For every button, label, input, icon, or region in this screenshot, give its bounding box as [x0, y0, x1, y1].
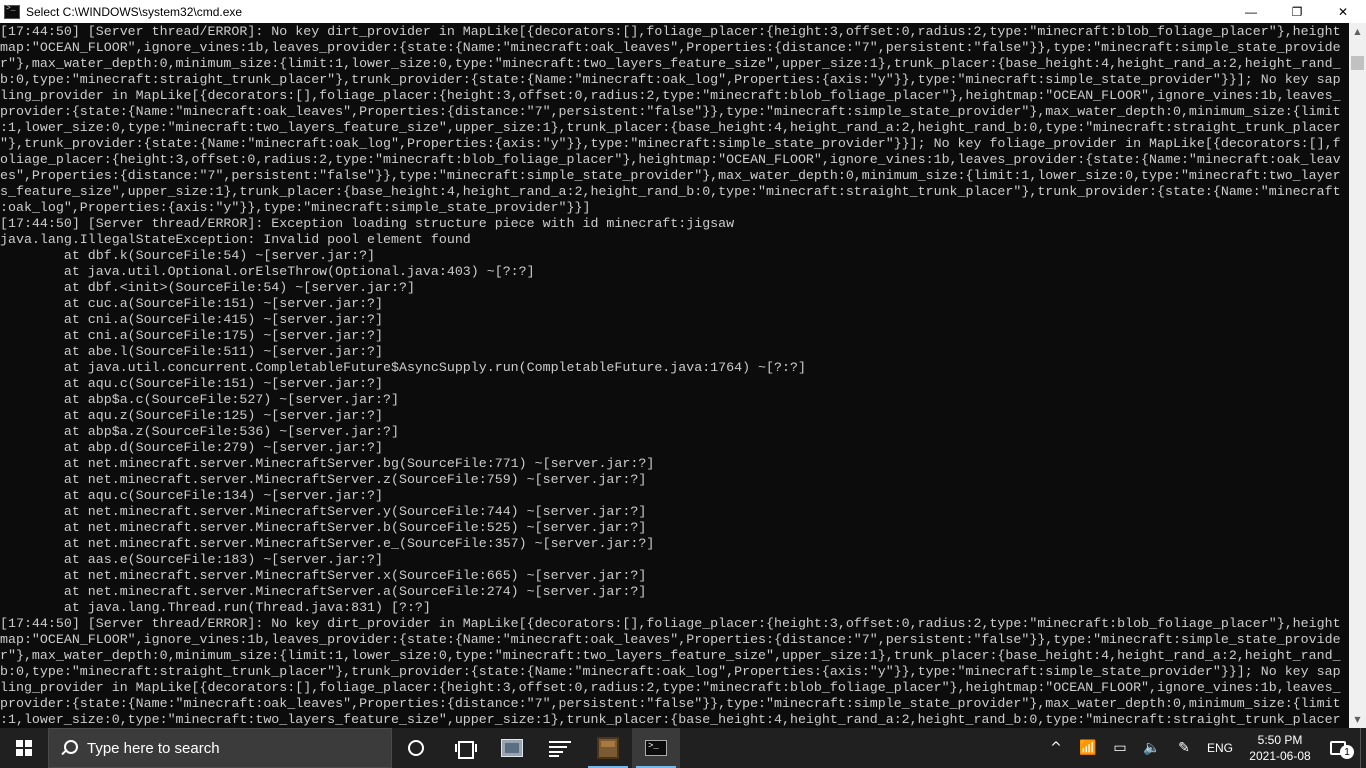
network-icon[interactable]: 📶	[1072, 728, 1104, 768]
console-line: at abp$a.c(SourceFile:527) ~[server.jar:…	[0, 392, 399, 407]
console-line: map:"OCEAN_FLOOR",ignore_vines:1b,leaves…	[0, 40, 1341, 55]
task-view-icon	[455, 741, 477, 759]
console-line: oliage_placer:{height:3,offset:0,radius:…	[0, 152, 1341, 167]
scrollbar-thumb[interactable]	[1351, 56, 1364, 70]
taskbar-search-box[interactable]	[48, 728, 392, 768]
console-line: provider:{state:{Name:"minecraft:oak_lea…	[0, 696, 1341, 711]
sticky-notes-icon	[549, 739, 571, 757]
console-line: :1,lower_size:0,type:"minecraft:two_laye…	[0, 712, 1341, 727]
console-line: b:0,type:"minecraft:straight_trunk_place…	[0, 664, 1341, 679]
console-line: es",Properties:{distance:"7",persistent:…	[0, 168, 1341, 183]
console-line: at abp$a.z(SourceFile:536) ~[server.jar:…	[0, 424, 399, 439]
console-line: at dbf.k(SourceFile:54) ~[server.jar:?]	[0, 248, 376, 263]
console-line: r"},max_water_depth:0,minimum_size:{limi…	[0, 56, 1341, 71]
pen-icon[interactable]: ✎	[1168, 728, 1200, 768]
console-line: at net.minecraft.server.MinecraftServer.…	[0, 456, 655, 471]
console-line: at cni.a(SourceFile:415) ~[server.jar:?]	[0, 312, 384, 327]
clock[interactable]: 5:50 PM 2021-06-08	[1240, 728, 1320, 768]
system-tray: ^ 📶 ▭ 🔈 ✎ ENG 5:50 PM 2021-06-08 1	[1040, 728, 1366, 768]
console-line: at cni.a(SourceFile:175) ~[server.jar:?]	[0, 328, 384, 343]
console-line: at net.minecraft.server.MinecraftServer.…	[0, 536, 655, 551]
minecraft-icon	[597, 737, 619, 759]
clock-time: 5:50 PM	[1257, 733, 1303, 747]
console-line: :oak_log",Properties:{axis:"y"}},type:"m…	[0, 200, 591, 215]
console-output[interactable]: [17:44:50] [Server thread/ERROR]: No key…	[0, 23, 1349, 728]
show-desktop-button[interactable]	[1360, 728, 1366, 768]
console-line: map:"OCEAN_FLOOR",ignore_vines:1b,leaves…	[0, 632, 1341, 647]
console-line: provider:{state:{Name:"minecraft:oak_lea…	[0, 104, 1341, 119]
search-input[interactable]	[87, 739, 367, 757]
start-button[interactable]	[0, 728, 48, 768]
console-line: ling_provider in MapLike[{decorators:[],…	[0, 680, 1341, 695]
console-line: at net.minecraft.server.MinecraftServer.…	[0, 504, 647, 519]
console-line: ling_provider in MapLike[{decorators:[],…	[0, 88, 1341, 103]
command-prompt-icon	[645, 740, 667, 756]
task-view-button[interactable]	[440, 728, 488, 768]
window-title: Select C:\WINDOWS\system32\cmd.exe	[26, 4, 243, 19]
console-line: :1,lower_size:0,type:"minecraft:two_laye…	[0, 120, 1341, 135]
minecraft-taskbar-button[interactable]	[584, 728, 632, 768]
console-line: at java.lang.Thread.run(Thread.java:831)…	[0, 600, 431, 615]
windows-logo-icon	[16, 740, 32, 756]
search-icon	[61, 740, 78, 756]
console-line: at aas.e(SourceFile:183) ~[server.jar:?]	[0, 552, 384, 567]
maximize-button[interactable]: ❐	[1274, 0, 1320, 23]
vertical-scrollbar[interactable]: ▲ ▼	[1349, 23, 1366, 728]
console-line: at net.minecraft.server.MinecraftServer.…	[0, 568, 647, 583]
action-center-button[interactable]: 1	[1320, 728, 1360, 768]
console-line: at aqu.z(SourceFile:125) ~[server.jar:?]	[0, 408, 384, 423]
clock-date: 2021-06-08	[1249, 749, 1311, 763]
console-line: [17:44:50] [Server thread/ERROR]: Except…	[0, 216, 735, 231]
close-button[interactable]: ✕	[1320, 0, 1366, 23]
console-line: java.lang.IllegalStateException: Invalid…	[0, 232, 471, 247]
window-title-bar[interactable]: Select C:\WINDOWS\system32\cmd.exe — ❐ ✕	[0, 0, 1366, 23]
console-line: s_feature_size",upper_size:1},trunk_plac…	[0, 184, 1341, 199]
console-line: at net.minecraft.server.MinecraftServer.…	[0, 520, 647, 535]
console-line: r"},max_water_depth:0,minimum_size:{limi…	[0, 648, 1341, 663]
console-line: at abp.d(SourceFile:279) ~[server.jar:?]	[0, 440, 384, 455]
console-line: at cuc.a(SourceFile:151) ~[server.jar:?]	[0, 296, 384, 311]
console-line: "},trunk_provider:{state:{Name:"minecraf…	[0, 136, 1341, 151]
sticky-notes-button[interactable]	[536, 728, 584, 768]
console-line: [17:44:50] [Server thread/ERROR]: No key…	[0, 616, 1341, 631]
show-hidden-icons-chevron-icon[interactable]: ^	[1040, 728, 1072, 768]
cmd-app-icon[interactable]	[4, 4, 20, 19]
file-explorer-icon	[501, 739, 523, 757]
console-line: at abe.l(SourceFile:511) ~[server.jar:?]	[0, 344, 384, 359]
scroll-up-arrow-icon[interactable]: ▲	[1349, 23, 1366, 40]
file-explorer-button[interactable]	[488, 728, 536, 768]
notification-count-badge: 1	[1340, 745, 1354, 759]
command-prompt-taskbar-button[interactable]	[632, 728, 680, 768]
cortana-icon	[408, 740, 424, 756]
console-line: at aqu.c(SourceFile:134) ~[server.jar:?]	[0, 488, 384, 503]
minimize-button[interactable]: —	[1228, 0, 1274, 23]
console-line: [17:44:50] [Server thread/ERROR]: No key…	[0, 24, 1341, 39]
volume-icon[interactable]: 🔈	[1136, 728, 1168, 768]
cortana-button[interactable]	[392, 728, 440, 768]
scroll-down-arrow-icon[interactable]: ▼	[1349, 711, 1366, 728]
battery-icon[interactable]: ▭	[1104, 728, 1136, 768]
console-line: at net.minecraft.server.MinecraftServer.…	[0, 472, 647, 487]
console-line: at aqu.c(SourceFile:151) ~[server.jar:?]	[0, 376, 384, 391]
console-line: at java.util.Optional.orElseThrow(Option…	[0, 264, 535, 279]
console-line: at dbf.<init>(SourceFile:54) ~[server.ja…	[0, 280, 415, 295]
taskbar: ^ 📶 ▭ 🔈 ✎ ENG 5:50 PM 2021-06-08 1	[0, 728, 1366, 768]
input-language-indicator[interactable]: ENG	[1200, 728, 1240, 768]
console-line: at net.minecraft.server.MinecraftServer.…	[0, 584, 647, 599]
console-line: b:0,type:"minecraft:straight_trunk_place…	[0, 72, 1341, 87]
console-line: at java.util.concurrent.CompletableFutur…	[0, 360, 806, 375]
